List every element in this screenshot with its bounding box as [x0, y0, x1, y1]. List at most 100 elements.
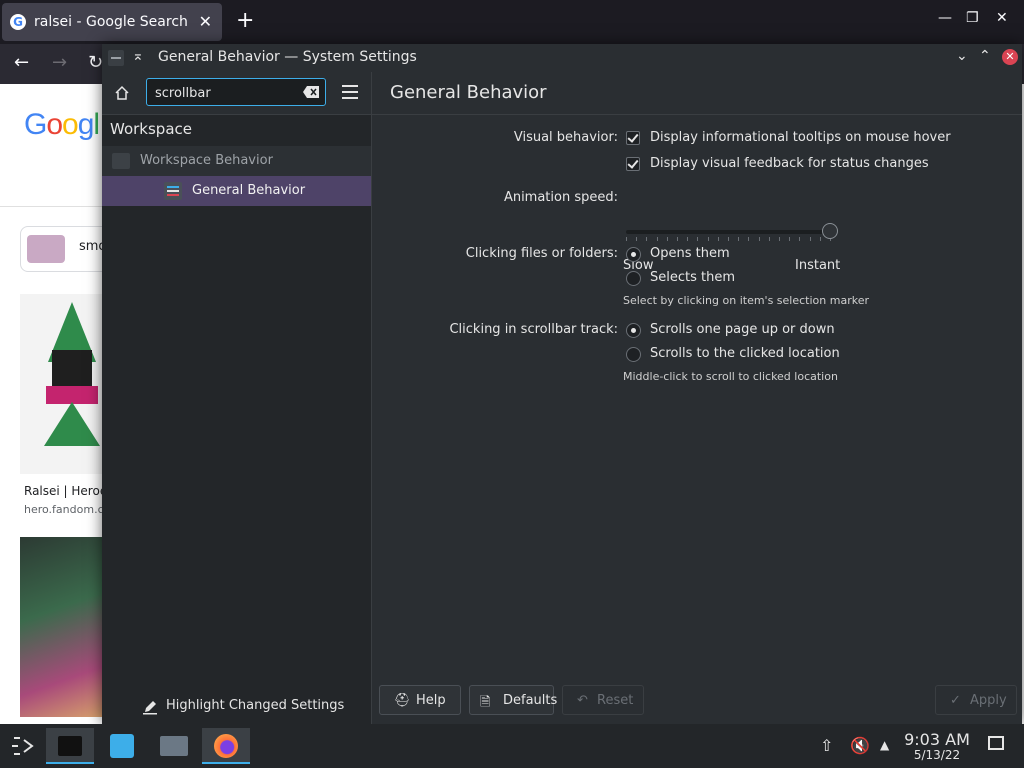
sidebar-footer: Highlight Changed Settings — [102, 698, 371, 724]
ralsei-body — [44, 402, 100, 446]
slider-tick — [687, 237, 689, 241]
radio-unselected[interactable] — [626, 347, 641, 362]
undo-icon: ↶ — [577, 693, 588, 708]
app-launcher-icon[interactable] — [2, 728, 42, 764]
image-result-ralsei[interactable] — [20, 294, 110, 474]
slider-handle[interactable] — [822, 223, 838, 239]
help-button[interactable]: ⛑ Help — [379, 685, 461, 715]
apply-button[interactable]: ✓ Apply — [935, 685, 1017, 715]
clear-search-icon[interactable] — [303, 86, 319, 98]
ralsei-face — [52, 350, 92, 386]
taskbar-firefox[interactable] — [202, 728, 250, 764]
search-field[interactable] — [146, 78, 326, 106]
option-label: Scrolls one page up or down — [650, 322, 835, 337]
general-behavior-icon — [164, 182, 182, 200]
reset-button[interactable]: ↶ Reset — [562, 685, 644, 715]
clicking-files-label: Clicking files or folders: — [465, 246, 618, 261]
slider-tick — [819, 237, 821, 241]
store-icon — [110, 734, 134, 758]
taskbar: ⇧ 🔇 ▲ 9:03 AM 5/13/22 — [0, 724, 1024, 768]
app-icon[interactable] — [108, 50, 124, 66]
main-panel: General Behavior Visual behavior: Displa… — [372, 72, 1022, 724]
slider-tick — [666, 237, 668, 241]
slider-tick — [789, 237, 791, 241]
tray-expand-icon[interactable]: ▲ — [880, 738, 889, 752]
sidebar-section-title: Workspace — [110, 120, 192, 138]
show-desktop-icon[interactable] — [988, 736, 1004, 750]
close-tab-icon[interactable]: ✕ — [199, 12, 212, 31]
slider-tick — [646, 237, 648, 241]
middle-click-hint: Middle-click to scroll to clicked locati… — [623, 370, 838, 383]
option-label: Display informational tooltips on mouse … — [650, 130, 951, 145]
slider-tick — [758, 237, 760, 241]
restore-icon[interactable]: ❐ — [966, 10, 979, 26]
slider-tick — [717, 237, 719, 241]
slider-tick — [636, 237, 638, 241]
search-input[interactable] — [153, 82, 297, 104]
taskbar-file-manager[interactable] — [154, 728, 194, 764]
minimize-icon[interactable]: — — [938, 10, 952, 26]
page-title: General Behavior — [390, 82, 547, 103]
result-caption[interactable]: Ralsei | Heroes — [24, 484, 113, 498]
clock-date[interactable]: 5/13/22 — [902, 748, 972, 762]
button-label: Reset — [597, 693, 634, 708]
checkbox-checked[interactable] — [626, 131, 640, 145]
radio-unselected[interactable] — [626, 271, 641, 286]
slider-tick — [656, 237, 658, 241]
slider-tick — [799, 237, 801, 241]
slider-tick — [707, 237, 709, 241]
slider-track[interactable] — [626, 230, 830, 234]
option-label: Opens them — [650, 246, 730, 261]
taskbar-discover[interactable] — [102, 728, 142, 764]
close-window-icon[interactable]: ✕ — [996, 10, 1008, 26]
sidebar: Workspace Workspace Behavior General Beh… — [102, 72, 372, 724]
close-icon[interactable]: ✕ — [1002, 49, 1018, 65]
minimize-icon[interactable]: ⌄ — [956, 48, 968, 64]
google-logo[interactable]: Googl — [24, 108, 100, 142]
radio-selected[interactable] — [626, 323, 641, 338]
slider-tick — [738, 237, 740, 241]
slider-tick — [677, 237, 678, 241]
home-icon[interactable] — [114, 85, 130, 101]
browser-tab[interactable]: G ralsei - Google Search ✕ — [2, 3, 222, 41]
hamburger-menu-icon[interactable] — [342, 85, 358, 99]
sidebar-header — [102, 72, 371, 115]
keep-above-icon[interactable]: ⌅ — [132, 48, 144, 64]
system-settings-window: ⌅ General Behavior — System Settings ⌄ ⌃… — [102, 44, 1022, 724]
image-result-2[interactable] — [20, 537, 110, 717]
sidebar-item-label: Workspace Behavior — [140, 153, 273, 168]
titlebar[interactable]: ⌅ General Behavior — System Settings ⌄ ⌃… — [102, 44, 1022, 72]
defaults-button[interactable]: 🗎 Defaults — [469, 685, 558, 715]
highlight-label: Highlight Changed Settings — [166, 698, 345, 713]
new-tab-icon[interactable]: + — [236, 8, 254, 33]
back-icon[interactable]: ← — [14, 52, 29, 73]
checkbox-checked[interactable] — [626, 157, 640, 171]
result-source: hero.fandom.co — [24, 503, 111, 516]
button-label: Help — [416, 693, 446, 708]
option-label: Scrolls to the clicked location — [650, 346, 840, 361]
document-icon: 🗎 — [480, 695, 491, 710]
sidebar-item-workspace-behavior[interactable]: Workspace Behavior — [102, 146, 371, 176]
maximize-icon[interactable]: ⌃ — [979, 48, 991, 64]
chip-thumbnail — [27, 235, 65, 263]
taskbar-system-settings[interactable] — [46, 728, 94, 764]
clock-time[interactable]: 9:03 AM — [902, 730, 972, 749]
slider-max-label: Instant — [795, 258, 841, 273]
radio-selected[interactable] — [626, 247, 641, 262]
updates-icon[interactable]: ⇧ — [820, 736, 833, 755]
button-label: Defaults — [503, 693, 558, 708]
sidebar-item-general-behavior[interactable]: General Behavior — [102, 176, 371, 206]
folder-icon — [160, 736, 188, 756]
reload-icon[interactable]: ↻ — [88, 52, 103, 73]
volume-muted-icon[interactable]: 🔇 — [850, 736, 870, 755]
sidebar-item-label: General Behavior — [192, 183, 306, 198]
animation-speed-slider[interactable] — [626, 223, 838, 241]
button-label: Apply — [970, 693, 1007, 708]
slider-tick — [748, 237, 750, 241]
forward-icon[interactable]: → — [52, 52, 67, 73]
terminal-icon — [58, 736, 82, 756]
visual-behavior-label: Visual behavior: — [513, 130, 618, 145]
logo-letter: g — [77, 108, 95, 141]
hamburger-line — [342, 91, 358, 93]
hamburger-line — [342, 85, 358, 87]
